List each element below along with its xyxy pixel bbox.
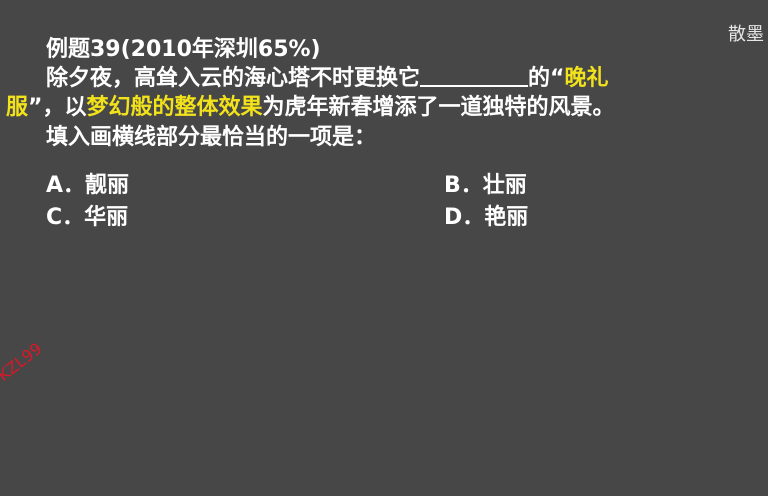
option-b[interactable]: B．壮丽 [444, 167, 527, 199]
answer-blank [420, 63, 529, 87]
question-segment: 除夕夜，高耸入云的海心塔不时更换它 [46, 66, 421, 91]
question-segment: 的“ [528, 66, 565, 91]
answer-options: A．靓丽 B．壮丽 C．华丽 D．艳丽 [46, 167, 706, 231]
options-row: C．华丽 D．艳丽 [46, 199, 706, 231]
question-line-1: 除夕夜，高耸入云的海心塔不时更换它 的“晚礼 [6, 63, 766, 93]
option-d[interactable]: D．艳丽 [444, 199, 528, 231]
red-watermark-stamp: KZL99 [0, 338, 46, 385]
highlight-text: 梦幻般的整体效果 [86, 95, 263, 120]
highlight-text: 服 [6, 95, 29, 120]
highlight-text: 晚礼 [564, 66, 609, 91]
options-row: A．靓丽 B．壮丽 [46, 167, 706, 199]
question-line-2: 服”，以梦幻般的整体效果为虎年新春增添了一道独特的风景。 [6, 93, 766, 123]
question-segment: ”，以 [28, 95, 87, 120]
option-c[interactable]: C．华丽 [46, 199, 128, 231]
question-segment: 为虎年新春增添了一道独特的风景。 [262, 95, 615, 120]
corner-watermark: 散墨 [728, 24, 764, 45]
option-a[interactable]: A．靓丽 [46, 167, 129, 199]
question-title: 例题39(2010年深圳65%) [46, 37, 321, 62]
slide: 散墨 例题39(2010年深圳65%) 除夕夜，高耸入云的海心塔不时更换它 的“晚… [0, 0, 768, 496]
question-prompt: 填入画横线部分最恰当的一项是： [46, 125, 377, 150]
question-line-3: 填入画横线部分最恰当的一项是： [6, 123, 766, 153]
question-text: 除夕夜，高耸入云的海心塔不时更换它 的“晚礼 服”，以梦幻般的整体效果为虎年新春增… [6, 63, 766, 153]
